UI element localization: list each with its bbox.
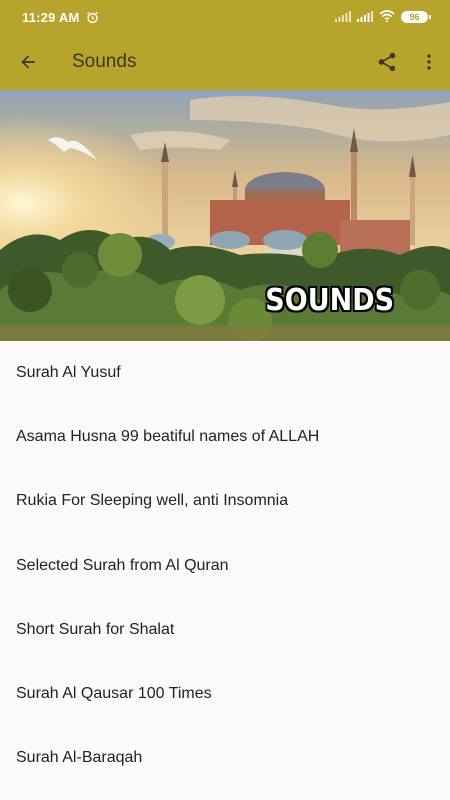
banner-image: SOUNDS [0, 90, 450, 341]
list-item[interactable]: Surah Al-Baraqah [0, 726, 450, 790]
more-vert-icon [427, 54, 431, 70]
share-button[interactable] [366, 34, 408, 90]
signal-icon [357, 10, 373, 25]
battery-icon: 96 [401, 11, 431, 23]
list-item[interactable]: Asama Husna 99 beatiful names of ALLAH [0, 405, 450, 469]
list-item[interactable]: Surah Al Yusuf [0, 341, 450, 405]
sounds-list: Surah Al Yusuf Asama Husna 99 beatiful n… [0, 341, 450, 790]
list-item[interactable]: Rukia For Sleeping well, anti Insomnia [0, 469, 450, 533]
overflow-menu-button[interactable] [408, 34, 450, 90]
list-item[interactable]: Surah Al Qausar 100 Times [0, 662, 450, 726]
app-bar: Sounds [0, 34, 450, 90]
banner-caption: SOUNDS [265, 283, 394, 318]
status-time: 11:29 AM [22, 9, 80, 25]
signal-icon [335, 10, 351, 25]
alarm-icon [86, 11, 99, 24]
status-bar: 11:29 AM 96 [0, 0, 450, 34]
list-item[interactable]: Selected Surah from Al Quran [0, 534, 450, 598]
page-title: Sounds [72, 51, 137, 72]
arrow-back-icon [21, 55, 35, 69]
wifi-icon [379, 9, 395, 25]
back-button[interactable] [0, 34, 56, 90]
list-item[interactable]: Short Surah for Shalat [0, 598, 450, 662]
share-icon [378, 52, 396, 72]
